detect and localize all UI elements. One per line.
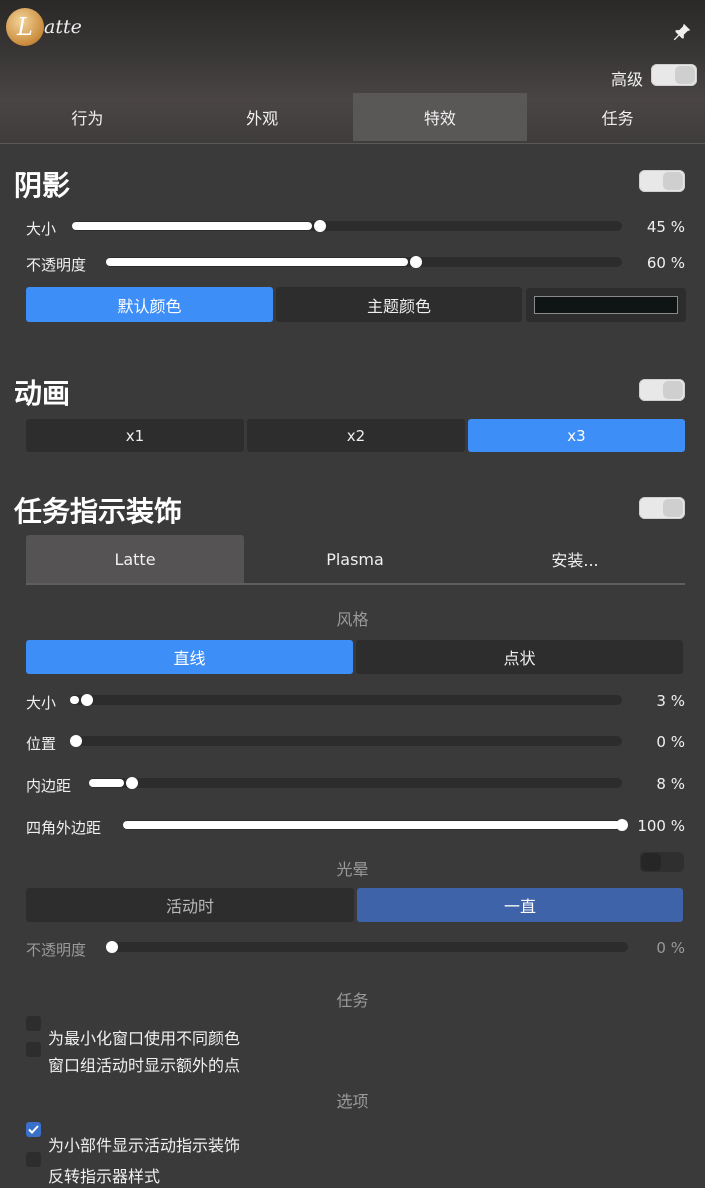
indicator-padding-handle[interactable] <box>125 777 138 789</box>
corner-margin-fill <box>123 821 620 829</box>
corner-margin-label: 四角外边距 <box>26 819 102 837</box>
corner-margin-slider[interactable] <box>123 819 628 831</box>
applet-indicator-label[interactable]: 为小部件显示活动指示装饰 <box>48 1132 240 1156</box>
shadow-size-fill <box>72 222 312 230</box>
app-name: atte <box>44 16 82 38</box>
pin-icon[interactable] <box>671 21 693 43</box>
extra-dots-checkbox[interactable] <box>26 1042 41 1057</box>
indicator-position-slider[interactable] <box>70 735 622 747</box>
indicator-padding-label: 内边距 <box>26 777 72 795</box>
minimized-color-checkbox[interactable] <box>26 1016 41 1031</box>
default-color-button[interactable]: 默认颜色 <box>26 287 273 322</box>
advanced-label: 高级 <box>611 70 644 89</box>
tab-bar: 行为 外观 特效 任务 <box>0 93 705 141</box>
theme-color-button[interactable]: 主题颜色 <box>276 287 522 322</box>
tab-appearance[interactable]: 外观 <box>175 93 350 141</box>
glow-toggle[interactable] <box>639 851 685 873</box>
reverse-style-checkbox[interactable] <box>26 1152 41 1167</box>
animation-speed-x1[interactable]: x1 <box>26 419 244 452</box>
color-swatch <box>534 296 678 314</box>
tab-tasks[interactable]: 任务 <box>530 93 705 141</box>
applet-indicator-checkbox[interactable] <box>26 1122 41 1137</box>
glow-when-active-button[interactable]: 活动时 <box>26 888 354 922</box>
indicator-padding-slider[interactable] <box>89 777 622 789</box>
shadow-size-slider[interactable] <box>72 220 622 232</box>
glow-opacity-handle[interactable] <box>106 941 118 953</box>
indicator-position-handle[interactable] <box>70 735 82 747</box>
shadow-toggle[interactable] <box>639 170 685 192</box>
shadow-opacity-label: 不透明度 <box>26 256 87 274</box>
shadow-size-handle[interactable] <box>313 220 326 232</box>
indicator-size-fill <box>70 696 79 704</box>
glow-header: 光晕 <box>336 860 369 879</box>
glow-opacity-value: 0 % <box>656 939 685 957</box>
latte-logo-icon: L <box>6 8 44 46</box>
advanced-toggle[interactable] <box>651 64 697 86</box>
minimized-color-label[interactable]: 为最小化窗口使用不同颜色 <box>48 1025 240 1049</box>
tasks-header: 任务 <box>336 991 369 1010</box>
corner-margin-value: 100 % <box>637 817 685 835</box>
indicator-size-slider[interactable] <box>70 694 622 706</box>
shadow-title: 阴影 <box>14 169 71 202</box>
indicator-toggle[interactable] <box>639 497 685 519</box>
checkmark-icon <box>28 1125 39 1134</box>
glow-opacity-label: 不透明度 <box>26 941 87 959</box>
indicator-size-handle[interactable] <box>80 694 93 706</box>
reverse-style-label[interactable]: 反转指示器样式 <box>48 1163 160 1187</box>
tab-effects[interactable]: 特效 <box>352 93 528 141</box>
glow-opacity-slider[interactable] <box>106 941 628 953</box>
tab-install[interactable]: 安装... <box>466 535 684 583</box>
shadow-opacity-slider[interactable] <box>106 256 622 268</box>
tab-latte[interactable]: Latte <box>26 535 244 583</box>
logo-letter: L <box>17 13 33 41</box>
animation-title: 动画 <box>14 377 71 410</box>
extra-dots-label[interactable]: 窗口组活动时显示额外的点 <box>48 1052 240 1076</box>
indicator-size-value: 3 % <box>656 692 685 710</box>
animation-speed-x3[interactable]: x3 <box>468 419 685 452</box>
corner-margin-handle[interactable] <box>616 819 628 831</box>
shadow-size-value: 45 % <box>646 218 685 236</box>
header: L atte 高级 行为 外观 特效 任务 <box>0 0 705 144</box>
style-line-button[interactable]: 直线 <box>26 640 353 674</box>
tab-behavior[interactable]: 行为 <box>0 93 175 141</box>
tab-plasma[interactable]: Plasma <box>246 535 464 583</box>
animation-toggle[interactable] <box>639 379 685 401</box>
shadow-size-label: 大小 <box>26 220 57 238</box>
shadow-opacity-fill <box>106 258 408 266</box>
indicator-position-label: 位置 <box>26 735 57 753</box>
indicator-title: 任务指示装饰 <box>14 495 183 528</box>
style-header: 风格 <box>336 610 369 629</box>
style-dot-button[interactable]: 点状 <box>356 640 683 674</box>
options-header: 选项 <box>336 1092 369 1111</box>
indicator-padding-value: 8 % <box>656 775 685 793</box>
shadow-opacity-handle[interactable] <box>409 256 422 268</box>
shadow-opacity-value: 60 % <box>646 254 685 272</box>
animation-speed-x2[interactable]: x2 <box>247 419 465 452</box>
indicator-source-tabs: Latte Plasma 安装... <box>26 535 685 585</box>
glow-always-button[interactable]: 一直 <box>357 888 683 922</box>
color-picker-button[interactable] <box>526 288 686 322</box>
indicator-position-value: 0 % <box>656 733 685 751</box>
indicator-size-label: 大小 <box>26 694 57 712</box>
indicator-padding-fill <box>89 779 124 787</box>
